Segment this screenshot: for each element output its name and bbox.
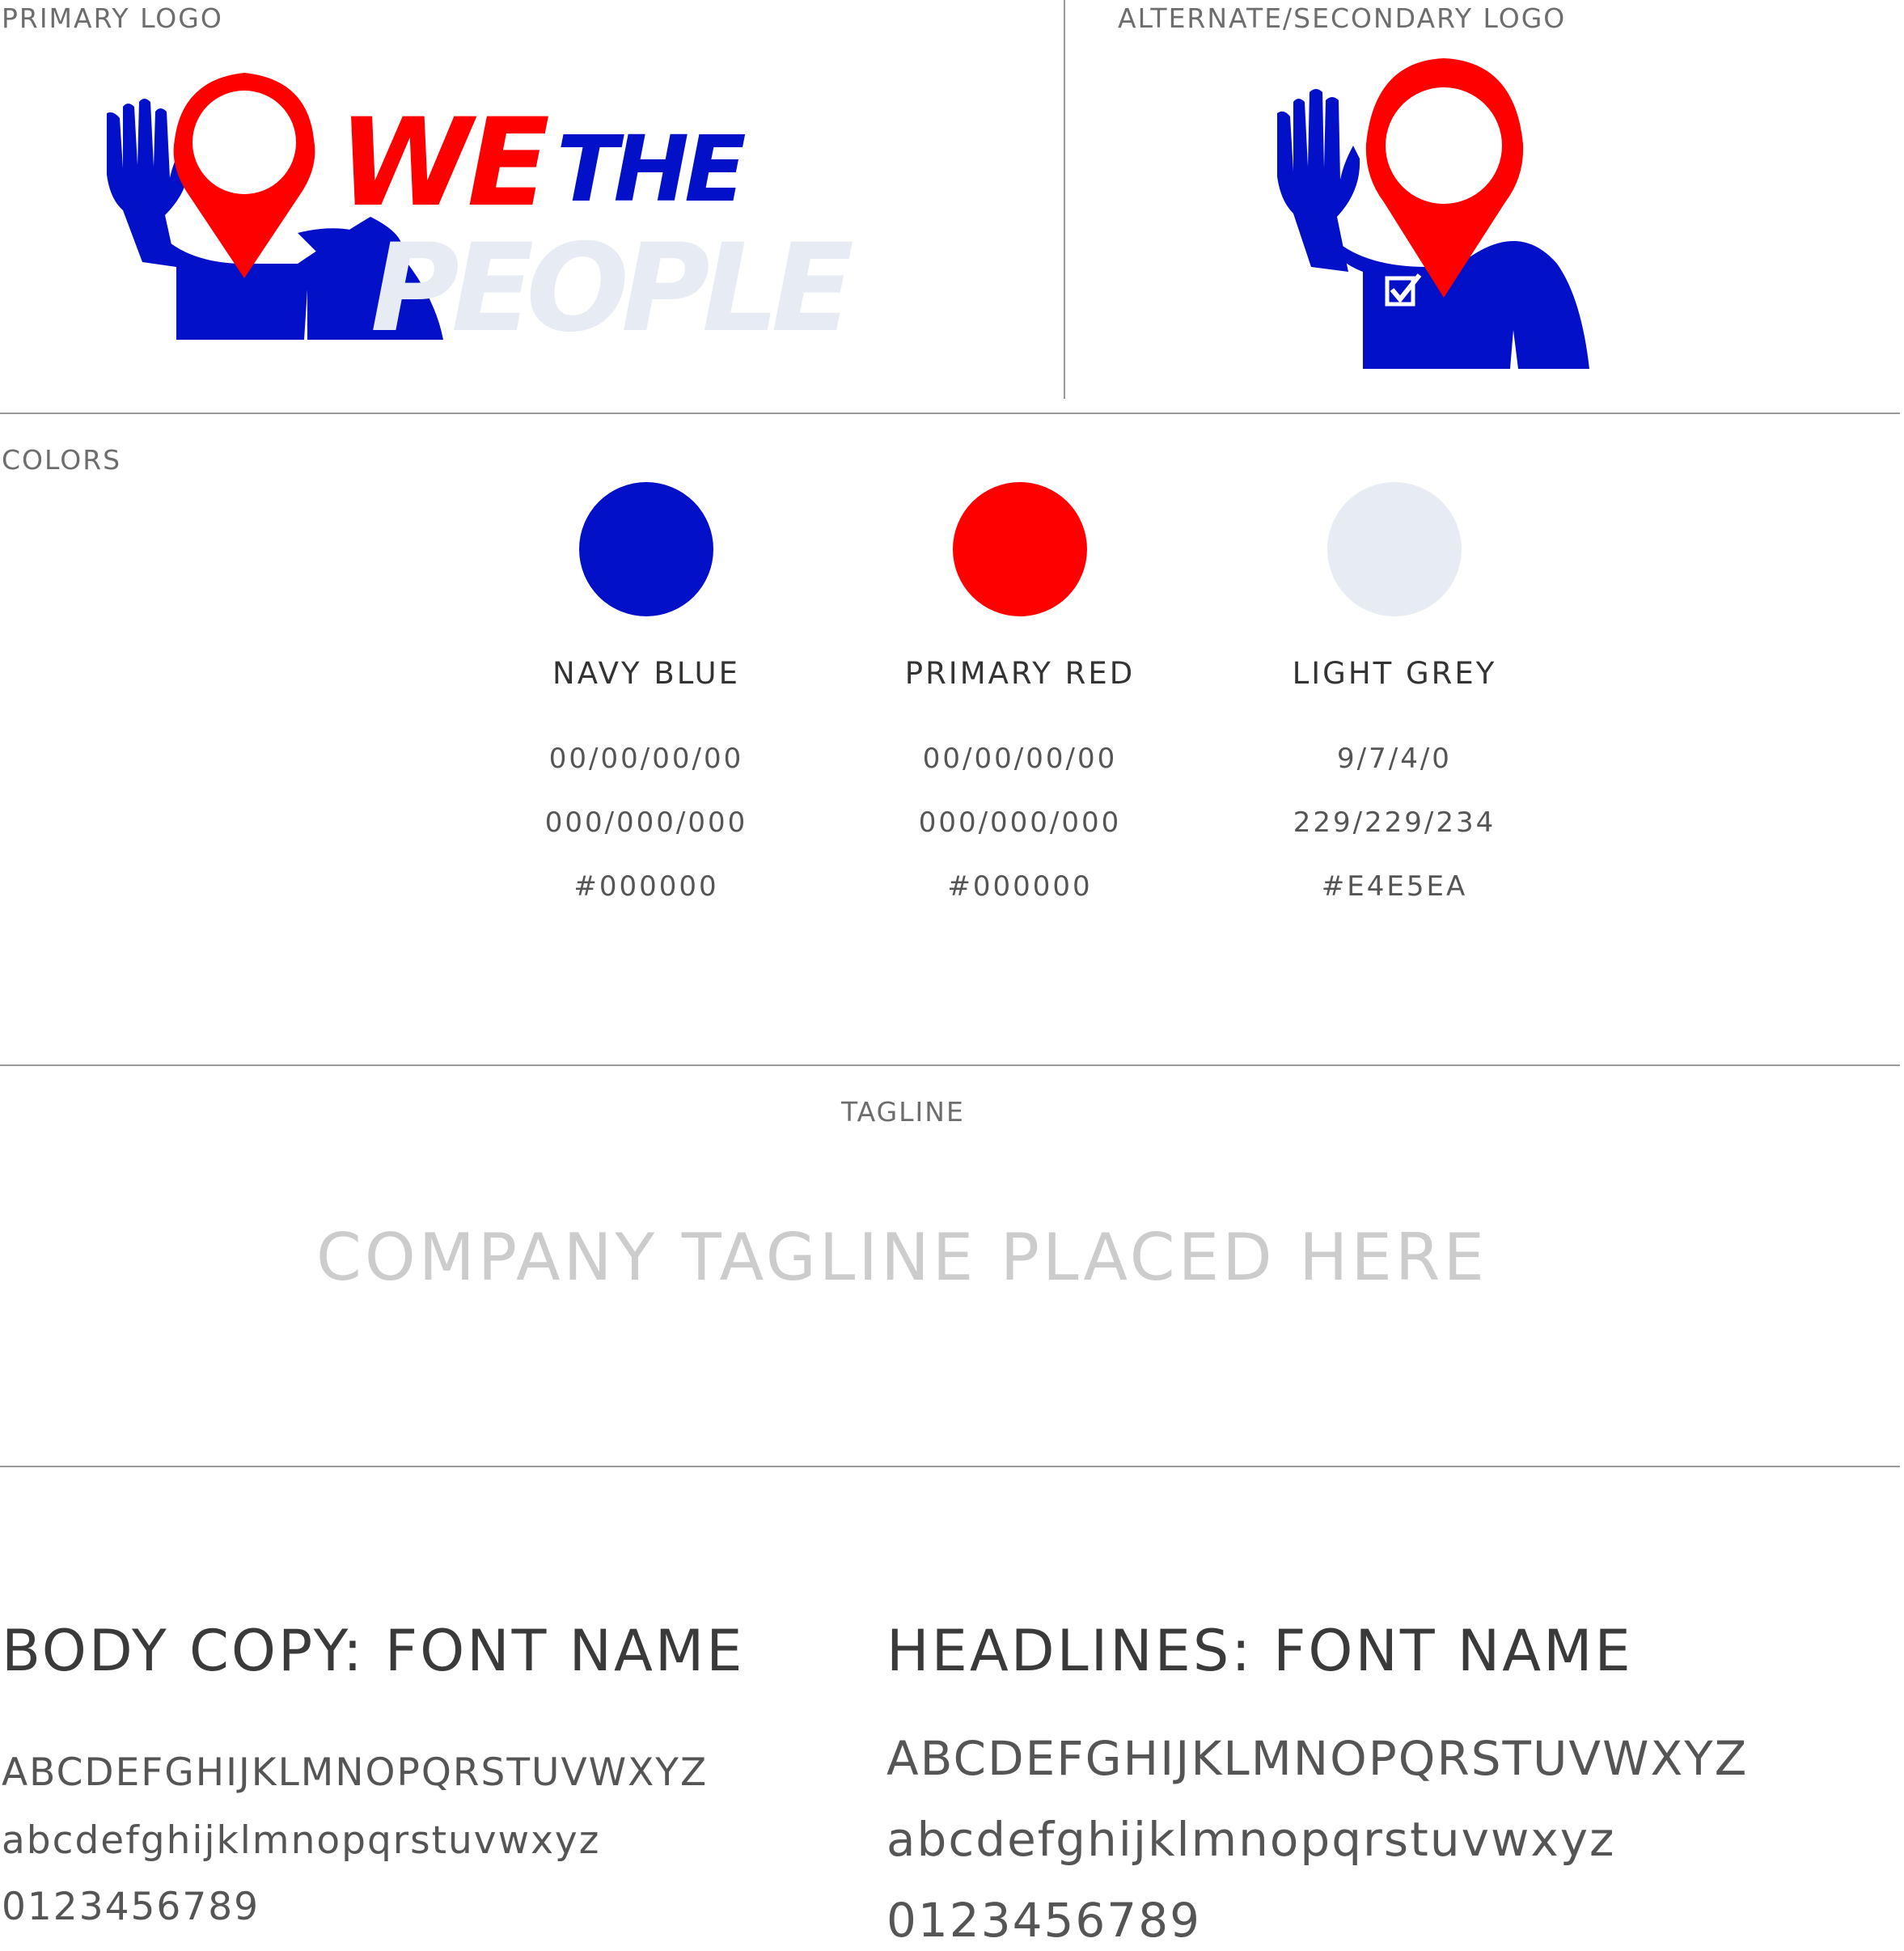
logo-divider-vertical <box>1064 0 1065 399</box>
color-cmyk: 00/00/00/00 <box>548 743 744 775</box>
color-swatch-light-grey: LIGHT GREY 9/7/4/0 229/229/234 #E4E5EA <box>1225 482 1564 900</box>
colors-label: COLORS <box>2 444 122 476</box>
headlines-specimen-uppercase: ABCDEFGHIJKLMNOPQRSTUVWXYZ <box>886 1731 1749 1786</box>
body-specimen-lowercase: abcdefghijklmnopqrstuvwxyz <box>2 1818 601 1863</box>
color-dot-light-grey <box>1327 482 1462 616</box>
color-name: PRIMARY RED <box>904 656 1136 691</box>
secondary-logo <box>1274 55 1597 370</box>
color-hex: #000000 <box>947 870 1093 903</box>
divider-colors-tagline <box>0 1064 1900 1066</box>
color-rgb: 000/000/000 <box>544 806 748 839</box>
company-tagline: COMPANY TAGLINE PLACED HERE <box>315 1220 1488 1295</box>
color-dot-navy-blue <box>579 482 713 616</box>
color-hex: #000000 <box>573 870 719 903</box>
headlines-title: HEADLINES: FONT NAME <box>886 1618 1633 1684</box>
color-cmyk: 00/00/00/00 <box>922 743 1118 775</box>
primary-logo-label: PRIMARY LOGO <box>2 2 223 34</box>
body-copy-title: BODY COPY: FONT NAME <box>2 1618 745 1684</box>
color-dot-primary-red <box>953 482 1087 616</box>
secondary-logo-mark <box>1277 58 1589 369</box>
divider-tagline-typography <box>0 1466 1900 1467</box>
color-swatch-primary-red: PRIMARY RED 00/00/00/00 000/000/000 #000… <box>850 482 1190 900</box>
body-specimen-uppercase: ABCDEFGHIJKLMNOPQRSTUVWXYZ <box>2 1750 709 1795</box>
logo-word-we: WE <box>338 93 548 234</box>
logo-word-people: PEOPLE <box>370 218 853 354</box>
primary-logo-wordmark: WE THE PEOPLE <box>338 93 861 354</box>
headlines-specimen-lowercase: abcdefghijklmnopqrstuvwxyz <box>886 1812 1616 1867</box>
color-rgb: 229/229/234 <box>1293 806 1496 839</box>
color-cmyk: 9/7/4/0 <box>1337 743 1452 775</box>
body-specimen-digits: 0123456789 <box>2 1885 260 1929</box>
tagline-label: TAGLINE <box>841 1096 965 1128</box>
logo-word-the: THE <box>556 117 746 222</box>
color-name: LIGHT GREY <box>1292 656 1497 691</box>
color-hex: #E4E5EA <box>1321 870 1468 903</box>
headlines-specimen-digits: 0123456789 <box>886 1893 1202 1948</box>
secondary-logo-label: ALTERNATE/SECONDARY LOGO <box>1118 2 1567 34</box>
color-name: NAVY BLUE <box>552 656 740 691</box>
divider-logo-colors <box>0 413 1900 414</box>
primary-logo: WE THE PEOPLE <box>95 55 864 354</box>
color-swatch-navy-blue: NAVY BLUE 00/00/00/00 000/000/000 #00000… <box>476 482 816 900</box>
color-rgb: 000/000/000 <box>918 806 1122 839</box>
